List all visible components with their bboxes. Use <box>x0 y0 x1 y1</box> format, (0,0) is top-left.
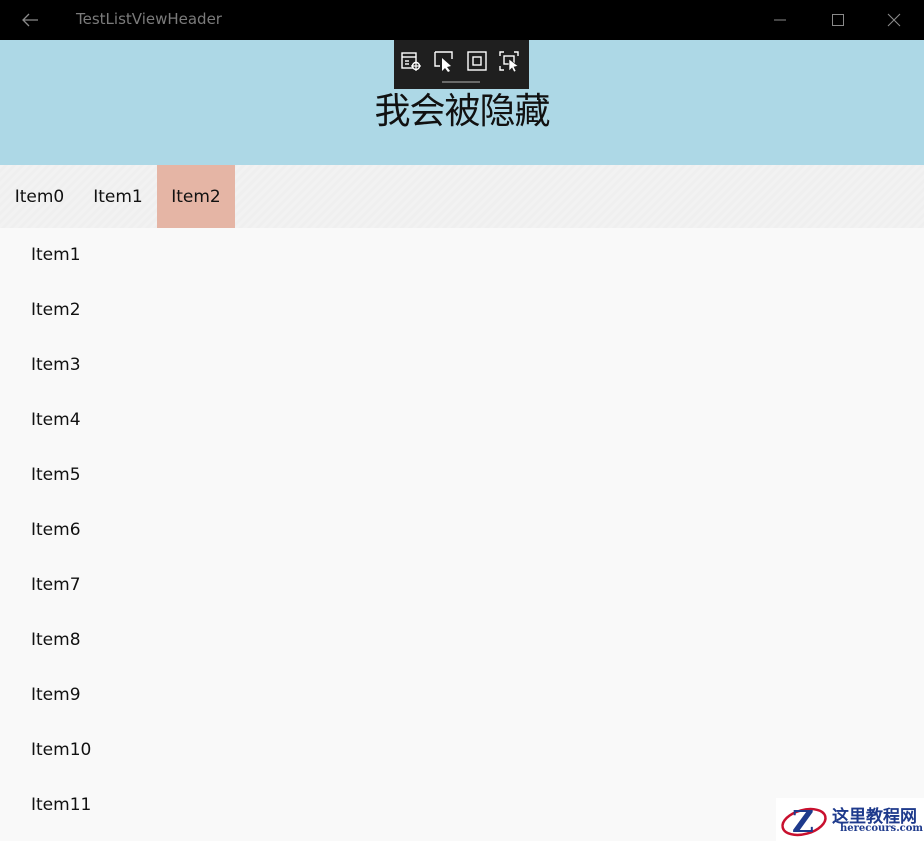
toolbar-collapse-handle[interactable] <box>442 81 480 83</box>
list-item[interactable]: Item7 <box>0 558 924 613</box>
title-bar: TestListViewHeader <box>0 0 924 40</box>
tab-label: Item0 <box>14 186 65 207</box>
track-focused-element-icon <box>499 51 519 72</box>
list-item[interactable]: Item5 <box>0 448 924 503</box>
header-text: 我会被隐藏 <box>374 91 550 132</box>
select-element-button[interactable] <box>432 49 456 73</box>
list-item[interactable]: Item10 <box>0 723 924 778</box>
list-item-label: Item7 <box>31 575 81 595</box>
list-item-label: Item10 <box>31 740 92 760</box>
debug-toolbar <box>394 40 529 89</box>
live-visual-tree-button[interactable] <box>399 49 423 73</box>
list-item[interactable]: Item2 <box>0 283 924 338</box>
list-item[interactable]: Item9 <box>0 668 924 723</box>
list-item-label: Item1 <box>31 245 81 265</box>
maximize-button[interactable] <box>810 0 866 40</box>
tab-label: Item2 <box>171 186 221 207</box>
list-item-label: Item6 <box>31 520 81 540</box>
watermark-logo-icon: Z <box>781 805 827 840</box>
list-item[interactable]: Item4 <box>0 393 924 448</box>
tab-label: Item1 <box>93 186 143 207</box>
close-icon <box>887 13 901 27</box>
list-item-label: Item11 <box>31 795 92 815</box>
list-item-label: Item3 <box>31 355 81 375</box>
tab-bar: Item0 Item1 Item2 <box>0 165 924 228</box>
tab-item1[interactable]: Item1 <box>79 165 157 228</box>
tab-item0[interactable]: Item0 <box>0 165 79 228</box>
svg-text:Z: Z <box>792 805 814 840</box>
track-focused-element-button[interactable] <box>497 49 521 73</box>
display-layout-adorners-icon <box>467 51 487 71</box>
minimize-icon <box>774 19 786 21</box>
arrow-left-icon <box>22 13 38 27</box>
close-button[interactable] <box>866 0 922 40</box>
minimize-button[interactable] <box>752 0 808 40</box>
back-button[interactable] <box>12 6 48 34</box>
list-item-label: Item8 <box>31 630 81 650</box>
select-element-icon <box>434 51 453 72</box>
maximize-icon <box>832 14 844 26</box>
watermark-en-text: herecours.com <box>840 823 924 834</box>
list-item-label: Item4 <box>31 410 81 430</box>
list-item[interactable]: Item6 <box>0 503 924 558</box>
live-visual-tree-icon <box>401 52 421 71</box>
tab-item2[interactable]: Item2 <box>157 165 235 228</box>
list-item[interactable]: Item1 <box>0 228 924 283</box>
display-layout-adorners-button[interactable] <box>465 49 489 73</box>
list-item[interactable]: Item3 <box>0 338 924 393</box>
list-item-label: Item5 <box>31 465 81 485</box>
list-item-label: Item2 <box>31 300 81 320</box>
list-item[interactable]: Item8 <box>0 613 924 668</box>
watermark: Z 这里教程网 herecours.com <box>776 798 924 841</box>
list-item-label: Item9 <box>31 685 81 705</box>
window-title: TestListViewHeader <box>76 10 222 28</box>
